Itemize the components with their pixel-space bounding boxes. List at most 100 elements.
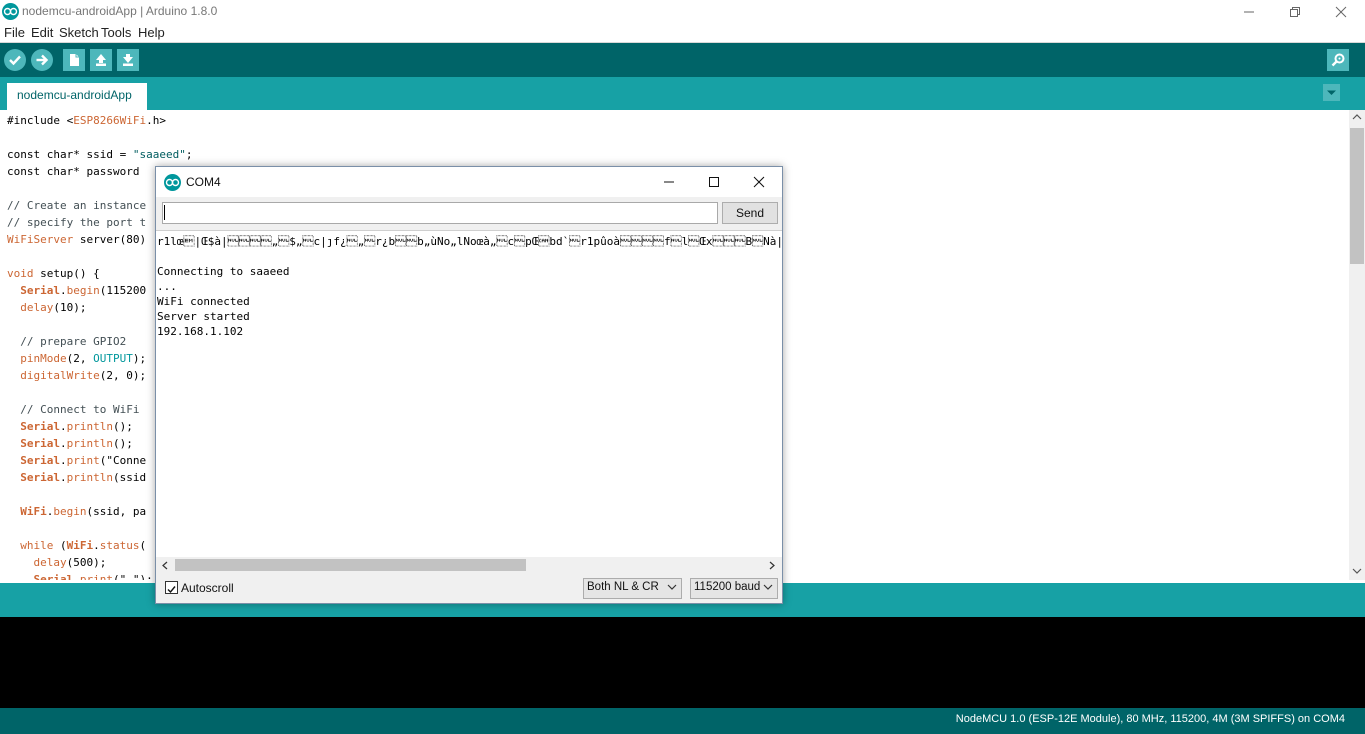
code-line: delay(500);	[33, 556, 107, 569]
text-caret	[164, 205, 165, 220]
menu-file[interactable]: File	[4, 25, 25, 40]
verify-button[interactable]	[4, 49, 26, 71]
editor-scroll-thumb[interactable]	[1350, 128, 1364, 264]
scroll-left-icon	[162, 561, 168, 570]
code-line: // prepare GPIO2	[7, 335, 127, 348]
minimize-button[interactable]	[1226, 0, 1272, 24]
code-line: while (WiFi.status(	[20, 539, 147, 552]
code-line: WiFi.begin(ssid, pa	[20, 505, 147, 518]
close-button[interactable]	[1318, 0, 1364, 24]
tab-nodemcu-androidapp[interactable]: nodemcu-androidApp	[7, 83, 147, 110]
new-button[interactable]	[63, 49, 85, 71]
code-line: const char* password	[7, 165, 140, 178]
code-token: Serial	[20, 437, 60, 450]
tab-bar: nodemcu-androidApp	[0, 77, 1365, 110]
code-token: WiFi	[20, 505, 47, 518]
chevron-down-icon	[1327, 90, 1336, 95]
code-token: Serial	[33, 573, 74, 580]
output-line: 192.168.1.102	[157, 325, 244, 338]
code-token: pinMode	[20, 352, 67, 365]
horizontal-scroll-thumb[interactable]	[175, 559, 526, 571]
code-token: digitalWrite	[20, 369, 100, 382]
code-token: delay	[20, 301, 54, 314]
title-bar: nodemcu-androidApp | Arduino 1.8.0	[0, 0, 1365, 24]
code-line: Serial.println();	[20, 420, 133, 433]
scroll-right-icon	[769, 561, 775, 570]
close-icon	[753, 176, 765, 188]
output-line: Server started	[157, 310, 250, 323]
code-token: begin	[66, 284, 100, 297]
code-token: println	[66, 471, 113, 484]
arduino-logo-icon	[164, 174, 181, 191]
code-line: Serial.println(ssid	[20, 471, 147, 484]
scroll-up-icon	[1352, 114, 1362, 120]
code-line: pinMode(2, OUTPUT);	[20, 352, 147, 365]
autoscroll-label: Autoscroll	[181, 581, 234, 595]
menu-edit[interactable]: Edit	[31, 25, 53, 40]
restore-button[interactable]	[1272, 0, 1318, 24]
maximize-icon	[709, 177, 719, 187]
code-token: print	[79, 573, 113, 580]
open-icon	[96, 54, 106, 66]
output-line: Connecting to saaeed	[157, 265, 290, 278]
baud-rate-select[interactable]: 115200 baud	[690, 578, 778, 599]
code-line: // Create an instance	[7, 199, 147, 212]
output-line: ...	[157, 280, 177, 293]
menu-tools[interactable]: Tools	[101, 25, 131, 40]
code-token: status	[99, 539, 140, 552]
chevron-down-icon	[763, 584, 773, 590]
checkmark-icon	[167, 586, 176, 594]
code-line: Serial.print(".");	[7, 571, 153, 580]
menu-sketch[interactable]: Sketch	[59, 25, 99, 40]
code-token: Serial	[20, 284, 60, 297]
console-output	[0, 617, 1365, 708]
arduino-logo-icon	[2, 3, 19, 20]
code-line: Serial.print("Conne	[20, 454, 147, 467]
status-bar: NodeMCU 1.0 (ESP-12E Module), 80 MHz, 11…	[0, 708, 1365, 734]
tab-menu-button[interactable]	[1323, 84, 1340, 101]
upload-button[interactable]	[31, 49, 53, 71]
code-token: ESP8266WiFi	[73, 114, 147, 127]
scroll-down-icon	[1352, 568, 1362, 574]
code-token: delay	[33, 556, 67, 569]
code-line: Serial.begin(115200	[20, 284, 147, 297]
code-line: #include <ESP8266WiFi.h>	[7, 114, 166, 127]
code-line: const char* ssid = "saaeed";	[7, 148, 193, 161]
code-token: begin	[53, 505, 87, 518]
serial-minimize-button[interactable]	[646, 167, 692, 197]
send-button[interactable]: Send	[722, 202, 778, 224]
output-line: WiFi connected	[157, 295, 250, 308]
serial-monitor-button[interactable]	[1327, 49, 1349, 71]
serial-close-button[interactable]	[736, 167, 782, 197]
serial-send-input[interactable]	[162, 202, 718, 224]
code-line: digitalWrite(2, 0);	[20, 369, 147, 382]
chevron-down-icon	[667, 584, 677, 590]
horizontal-scrollbar[interactable]	[156, 557, 782, 573]
serial-maximize-button[interactable]	[691, 167, 737, 197]
toolbar	[0, 43, 1365, 77]
output-line: r1lœ|Œ$à|    „ $„ c|ȷf¿ „ r¿b  b„ùNo„lN…	[157, 235, 782, 248]
menu-help[interactable]: Help	[138, 25, 165, 40]
serial-monitor-titlebar: COM4	[156, 167, 782, 197]
code-token: Serial	[20, 454, 60, 467]
code-line: delay(10);	[20, 301, 87, 314]
code-token: void	[7, 267, 34, 280]
new-icon	[70, 54, 79, 66]
code-token: OUTPUT	[93, 352, 133, 365]
autoscroll-checkbox[interactable]	[165, 581, 178, 594]
code-line: void setup() {	[7, 267, 100, 280]
menu-bar: File Edit Sketch Tools Help	[0, 24, 1365, 43]
code-token: println	[66, 420, 113, 433]
line-ending-value: Both NL & CR	[587, 581, 659, 593]
serial-monitor-title: COM4	[186, 175, 221, 189]
verify-icon	[9, 55, 21, 66]
code-token: Serial	[20, 420, 60, 433]
code-token: "saaeed"	[132, 148, 186, 161]
open-button[interactable]	[90, 49, 112, 71]
serial-monitor-icon	[1331, 53, 1345, 67]
serial-monitor-window: COM4 Send r1lœ|Œ$à|    „ $„ c|ȷf¿ „ r¿b…	[155, 166, 783, 604]
serial-output[interactable]: r1lœ|Œ$à|    „ $„ c|ȷf¿ „ r¿b  b„ùNo„lN…	[156, 230, 782, 557]
line-ending-select[interactable]: Both NL & CR	[583, 578, 682, 599]
save-button[interactable]	[117, 49, 139, 71]
code-line: WiFiServer server(80)	[7, 233, 147, 246]
